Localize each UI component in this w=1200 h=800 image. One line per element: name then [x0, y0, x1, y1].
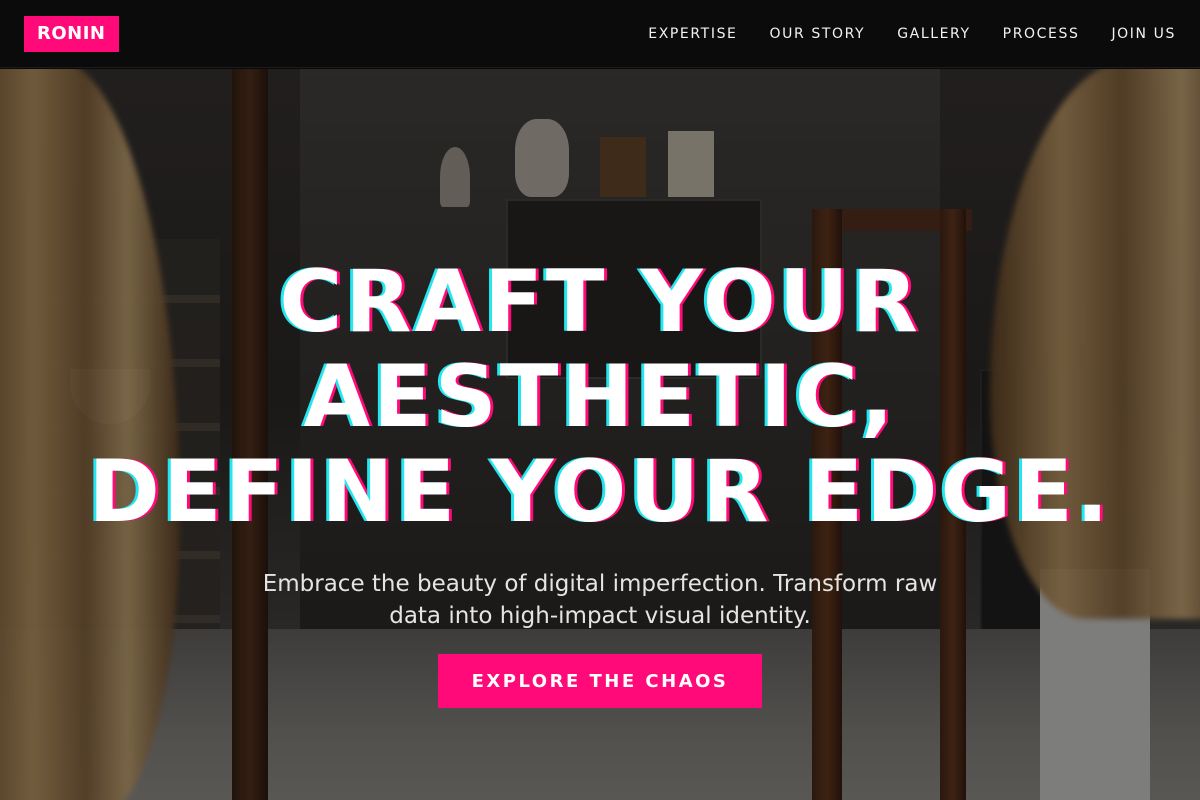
hero-content: CRAFT YOUR AESTHETIC, DEFINE YOUR EDGE. …	[0, 69, 1200, 800]
hero-subtitle: Embrace the beauty of digital imperfecti…	[262, 571, 938, 629]
headline-line: DEFINE YOUR EDGE.	[88, 442, 1112, 542]
nav-link-gallery[interactable]: GALLERY	[897, 26, 970, 42]
nav-link-expertise[interactable]: EXPERTISE	[648, 26, 737, 42]
nav-link-process[interactable]: PROCESS	[1003, 26, 1080, 42]
headline-line: CRAFT YOUR	[279, 252, 921, 352]
nav-links: EXPERTISE OUR STORY GALLERY PROCESS JOIN…	[616, 26, 1176, 42]
explore-the-chaos-button[interactable]: EXPLORE THE CHAOS	[438, 654, 762, 708]
headline-line: AESTHETIC,	[303, 347, 897, 447]
hero-headline: CRAFT YOUR AESTHETIC, DEFINE YOUR EDGE.	[40, 255, 1160, 540]
brand-logo[interactable]: RONIN	[24, 15, 119, 52]
nav-link-join-us[interactable]: JOIN US	[1111, 26, 1176, 42]
top-navbar: RONIN EXPERTISE OUR STORY GALLERY PROCES…	[0, 0, 1200, 68]
nav-link-our-story[interactable]: OUR STORY	[770, 26, 866, 42]
